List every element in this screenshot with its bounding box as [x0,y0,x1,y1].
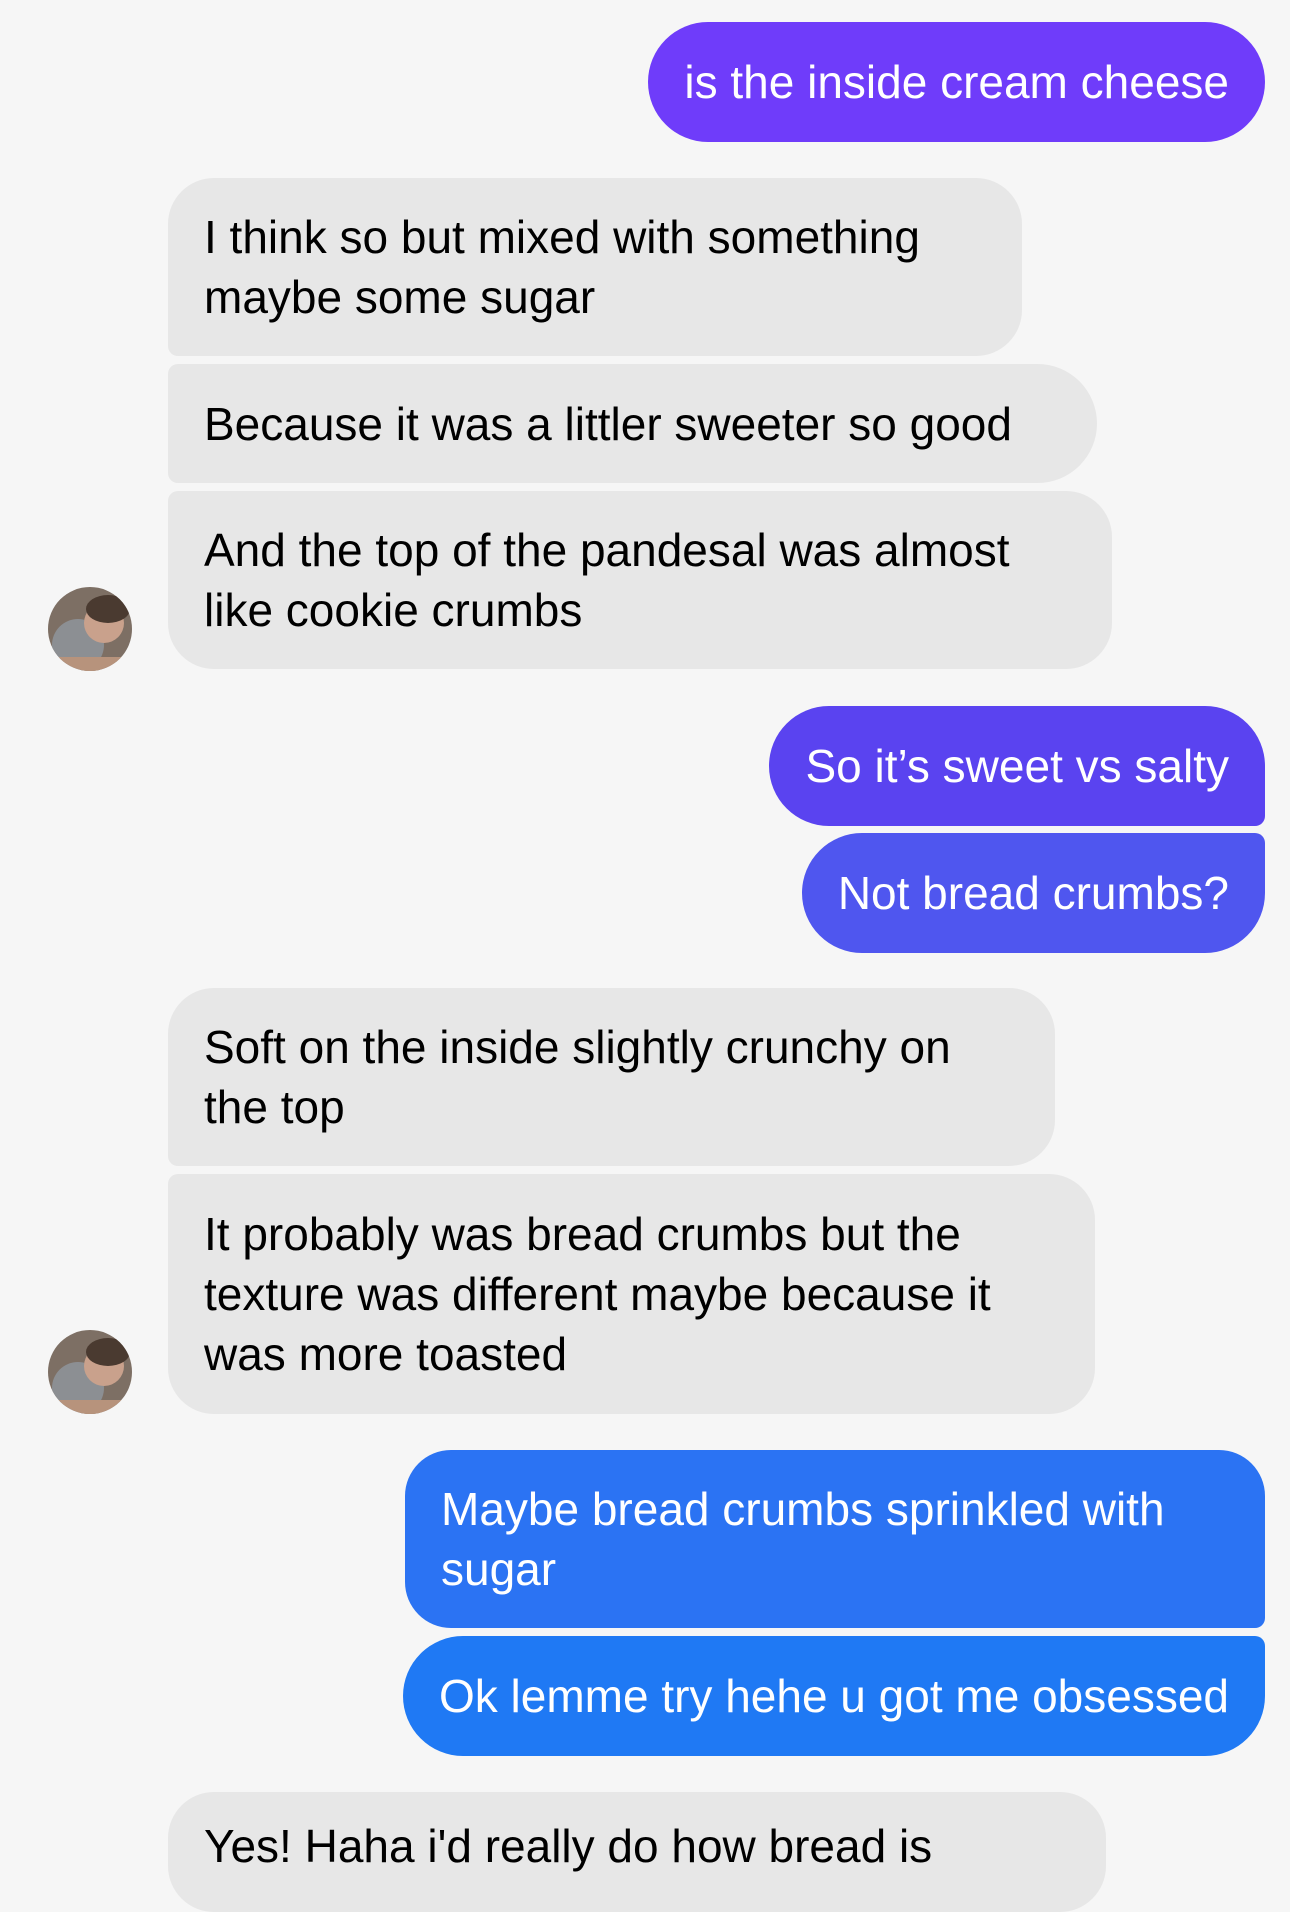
message-text: It probably was bread crumbs but the tex… [204,1208,1004,1380]
contact-avatar[interactable] [48,1330,132,1414]
message-text: Maybe bread crumbs sprinkled with sugar [441,1483,1178,1595]
message-text: Because it was a littler sweeter so good [204,397,1012,450]
message-bubble-received[interactable]: Because it was a littler sweeter so good [168,364,1097,483]
message-text: Ok lemme try hehe u got me obsessed [438,1670,1229,1722]
message-text: Soft on the inside slightly crunchy on t… [204,1021,964,1133]
message-text: And the top of the pandesal was almost l… [204,524,1023,636]
message-text: Not bread crumbs? [837,867,1229,919]
contact-avatar[interactable] [48,587,132,671]
avatar-photo-icon [48,587,132,671]
message-text: Yes! Haha i'd really do how bread is [204,1820,933,1872]
message-bubble-sent[interactable]: Ok lemme try hehe u got me obsessed [402,1636,1265,1756]
message-bubble-sent[interactable]: is the inside cream cheese [648,22,1265,142]
message-bubble-received[interactable]: It probably was bread crumbs but the tex… [168,1174,1095,1414]
message-text: So it’s sweet vs salty [805,740,1229,792]
message-bubble-sent[interactable]: Maybe bread crumbs sprinkled with sugar [405,1450,1265,1628]
message-bubble-received[interactable]: I think so but mixed with something mayb… [168,178,1022,356]
message-bubble-received-partial[interactable]: Yes! Haha i'd really do how bread is [168,1792,1106,1912]
message-text: is the inside cream cheese [684,56,1229,108]
message-bubble-sent[interactable]: So it’s sweet vs salty [769,706,1265,826]
message-bubble-received[interactable]: Soft on the inside slightly crunchy on t… [168,988,1055,1166]
avatar-photo-icon [48,1330,132,1414]
chat-screen: { "conversation": { "messages": [ {"send… [0,0,1290,1912]
message-bubble-received[interactable]: And the top of the pandesal was almost l… [168,491,1112,669]
message-text: I think so but mixed with something mayb… [204,211,933,323]
message-bubble-sent[interactable]: Not bread crumbs? [801,833,1265,953]
